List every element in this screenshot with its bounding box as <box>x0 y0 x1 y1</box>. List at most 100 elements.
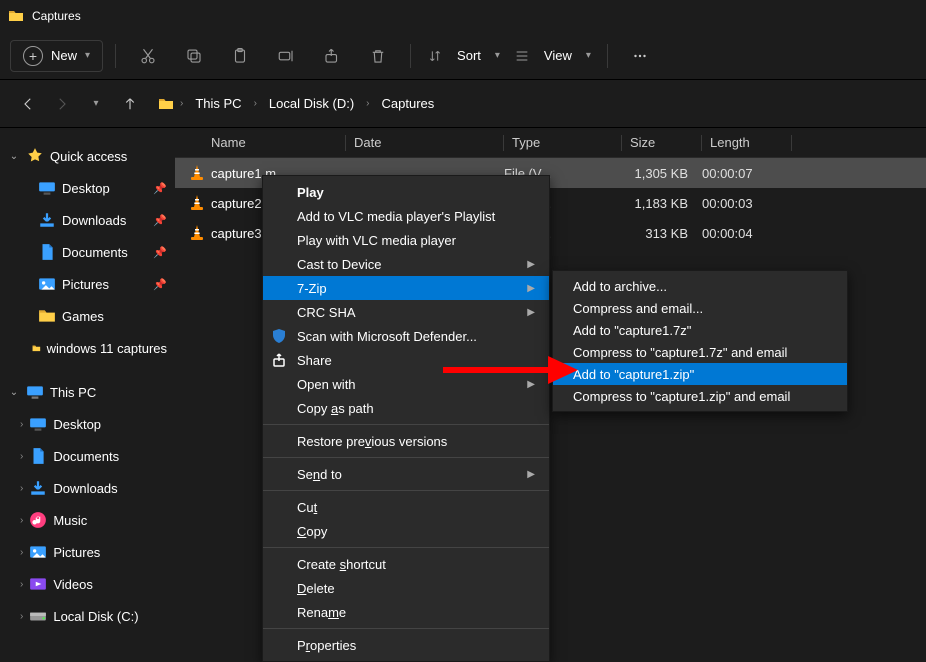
desktop-icon <box>29 415 47 433</box>
pin-icon: 📌 <box>153 278 167 291</box>
context-menu-item[interactable]: Restore previous versions <box>263 429 549 453</box>
submenu-item[interactable]: Add to archive... <box>553 275 847 297</box>
submenu-item[interactable]: Compress to "capture1.7z" and email <box>553 341 847 363</box>
submenu-item[interactable]: Add to "capture1.zip" <box>553 363 847 385</box>
context-menu-item[interactable]: Play <box>263 180 549 204</box>
sidebar-item-label: Downloads <box>53 481 117 496</box>
share-button[interactable] <box>312 36 352 76</box>
forward-button[interactable] <box>48 90 76 118</box>
cut-button[interactable] <box>128 36 168 76</box>
context-menu-item[interactable]: Open with▶ <box>263 372 549 396</box>
sidebar-item[interactable]: ›Videos <box>4 568 171 600</box>
recent-button[interactable]: ▾ <box>82 90 110 118</box>
context-menu-label: Play <box>297 185 324 200</box>
paste-button[interactable] <box>220 36 260 76</box>
sidebar-item[interactable]: Desktop 📌 <box>4 172 171 204</box>
context-menu-label: Restore previous versions <box>297 434 447 449</box>
context-menu-label: Open with <box>297 377 356 392</box>
context-menu-label: Create shortcut <box>297 557 386 572</box>
share-icon <box>271 352 287 368</box>
submenu-item[interactable]: Add to "capture1.7z" <box>553 319 847 341</box>
sidebar-item[interactable]: › Local Disk (C:) <box>4 600 171 630</box>
context-menu-item[interactable]: Copy <box>263 519 549 543</box>
context-menu-label: Cast to Device <box>297 257 382 272</box>
submenu-item[interactable]: Compress to "capture1.zip" and email <box>553 385 847 407</box>
submenu-item[interactable]: Compress and email... <box>553 297 847 319</box>
sidebar-item[interactable]: ›Desktop <box>4 408 171 440</box>
sidebar-item[interactable]: Downloads📌 <box>4 204 171 236</box>
column-headers[interactable]: Name Date Type Size Length <box>175 128 926 158</box>
context-menu-item[interactable]: Cut <box>263 495 549 519</box>
separator <box>115 44 116 68</box>
vlc-icon <box>187 223 207 243</box>
context-menu-label: Share <box>297 353 332 368</box>
context-menu-item[interactable]: Add to VLC media player's Playlist <box>263 204 549 228</box>
separator <box>263 547 549 548</box>
breadcrumb[interactable]: Local Disk (D:) <box>263 94 360 113</box>
column-length[interactable]: Length <box>702 135 792 150</box>
sidebar-item[interactable]: ›Pictures <box>4 536 171 568</box>
context-menu-item[interactable]: CRC SHA▶ <box>263 300 549 324</box>
sidebar-item[interactable]: ›Music <box>4 504 171 536</box>
sidebar-this-pc[interactable]: ⌄ This PC <box>4 376 171 408</box>
breadcrumb[interactable]: This PC <box>189 94 247 113</box>
column-name[interactable]: Name <box>211 135 346 150</box>
submenu-label: Add to "capture1.zip" <box>573 367 694 382</box>
caret-right-icon: › <box>20 611 23 622</box>
new-label: New <box>51 48 77 63</box>
copy-button[interactable] <box>174 36 214 76</box>
back-button[interactable] <box>14 90 42 118</box>
address-bar[interactable]: › This PC › Local Disk (D:) › Captures <box>150 88 912 120</box>
context-menu-item[interactable]: Send to ▶ <box>263 462 549 486</box>
context-menu-item[interactable]: Delete <box>263 576 549 600</box>
chevron-right-icon: ▶ <box>527 469 535 480</box>
context-menu-item[interactable]: Share <box>263 348 549 372</box>
context-menu-item[interactable]: Rename <box>263 600 549 624</box>
folder-icon <box>8 8 24 24</box>
context-menu-label: Copy as path <box>297 401 374 416</box>
sort-button[interactable]: Sort ▾ <box>423 36 504 76</box>
sidebar-item-label: Pictures <box>53 545 100 560</box>
sidebar-quick-access[interactable]: ⌄ Quick access <box>4 140 171 172</box>
this-pc-label: This PC <box>50 385 96 400</box>
star-icon <box>26 147 44 165</box>
context-menu-item[interactable]: 7-Zip▶ <box>263 276 549 300</box>
context-menu-item[interactable]: Scan with Microsoft Defender... <box>263 324 549 348</box>
file-length: 00:00:04 <box>702 226 792 241</box>
downloads-icon <box>38 211 56 229</box>
view-button[interactable]: View ▾ <box>510 36 595 76</box>
desktop-icon <box>38 179 56 197</box>
column-type[interactable]: Type <box>504 135 622 150</box>
delete-button[interactable] <box>358 36 398 76</box>
context-menu-item[interactable]: Play with VLC media player <box>263 228 549 252</box>
up-button[interactable] <box>116 90 144 118</box>
context-menu-label: Send to <box>297 467 342 482</box>
column-date[interactable]: Date <box>346 135 504 150</box>
column-size[interactable]: Size <box>622 135 702 150</box>
sort-label: Sort <box>449 48 489 63</box>
sidebar-item-label: Desktop <box>62 181 110 196</box>
sidebar-item[interactable]: Pictures📌 <box>4 268 171 300</box>
sidebar-item[interactable]: ›Documents <box>4 440 171 472</box>
context-menu-item[interactable]: Create shortcut <box>263 552 549 576</box>
caret-right-icon: › <box>20 579 23 590</box>
pin-icon: 📌 <box>153 182 167 195</box>
rename-button[interactable] <box>266 36 306 76</box>
more-button[interactable] <box>620 36 660 76</box>
context-menu-item[interactable]: Copy as path <box>263 396 549 420</box>
sidebar-item-label: Local Disk (C:) <box>53 609 138 624</box>
sidebar-item[interactable]: windows 11 captures <box>4 332 171 364</box>
context-menu-item[interactable]: Properties <box>263 633 549 657</box>
breadcrumb[interactable]: Captures <box>376 94 441 113</box>
view-label: View <box>536 48 580 63</box>
sidebar-item[interactable]: Documents📌 <box>4 236 171 268</box>
context-menu-item[interactable]: Cast to Device▶ <box>263 252 549 276</box>
separator <box>607 44 608 68</box>
toolbar: + New ▾ Sort ▾ View ▾ <box>0 32 926 80</box>
sidebar-item[interactable]: Games <box>4 300 171 332</box>
new-button[interactable]: + New ▾ <box>10 40 103 72</box>
sidebar-item[interactable]: ›Downloads <box>4 472 171 504</box>
documents-icon <box>29 447 47 465</box>
videos-icon <box>29 575 47 593</box>
vlc-icon <box>187 163 207 183</box>
